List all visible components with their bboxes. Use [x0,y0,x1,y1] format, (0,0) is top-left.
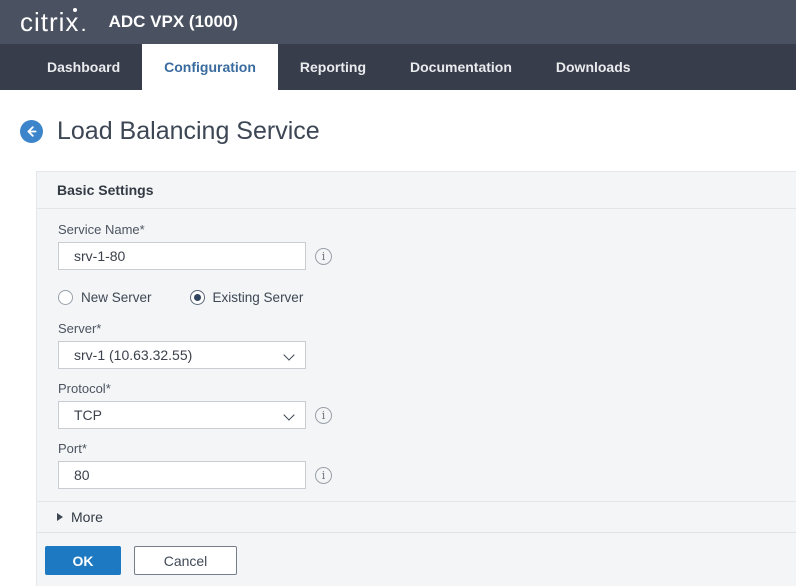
arrow-left-icon [20,120,43,143]
back-button[interactable] [20,120,43,143]
logo-text: citrix [20,9,79,35]
info-icon[interactable] [315,407,332,424]
expand-triangle-icon [57,513,63,521]
server-label: Server* [58,321,776,336]
service-name-label: Service Name* [58,222,776,237]
tab-dashboard[interactable]: Dashboard [25,44,142,90]
tab-configuration[interactable]: Configuration [142,44,278,90]
logo-period: . [81,19,86,34]
radio-existing-server-label: Existing Server [213,290,304,305]
citrix-logo: citrix . [20,9,87,35]
info-icon[interactable] [315,467,332,484]
radio-new-server[interactable]: New Server [58,290,152,305]
tab-reporting[interactable]: Reporting [278,44,388,90]
page-title: Load Balancing Service [57,117,320,146]
chevron-down-icon [283,349,294,360]
radio-circle-icon [58,290,73,305]
basic-settings-panel: Basic Settings Service Name* New Server … [36,171,796,532]
protocol-field: Protocol* TCP [58,381,776,429]
protocol-select-value: TCP [74,407,102,423]
radio-new-server-label: New Server [81,290,152,305]
port-field: Port* [58,441,776,489]
protocol-label: Protocol* [58,381,776,396]
service-name-field: Service Name* [58,222,776,270]
main-nav: Dashboard Configuration Reporting Docume… [0,44,796,90]
more-expander[interactable]: More [37,501,796,532]
action-bar: OK Cancel [36,532,796,586]
more-label: More [71,509,103,525]
tab-documentation[interactable]: Documentation [388,44,534,90]
ok-button[interactable]: OK [45,546,121,575]
radio-existing-server[interactable]: Existing Server [190,290,304,305]
server-field: Server* srv-1 (10.63.32.55) [58,321,776,369]
server-select-value: srv-1 (10.63.32.55) [74,347,192,363]
service-name-input[interactable] [58,242,306,270]
panel-title: Basic Settings [37,172,796,209]
port-label: Port* [58,441,776,456]
page-header: Load Balancing Service [20,110,796,152]
cancel-button[interactable]: Cancel [134,546,237,575]
server-mode-group: New Server Existing Server [58,290,776,305]
port-input[interactable] [58,461,306,489]
server-select[interactable]: srv-1 (10.63.32.55) [58,341,306,369]
tab-downloads[interactable]: Downloads [534,44,653,90]
chevron-down-icon [283,409,294,420]
panel-body: Service Name* New Server Existing Server… [37,209,796,501]
product-title: ADC VPX (1000) [109,12,238,32]
protocol-select[interactable]: TCP [58,401,306,429]
logo-dot [73,8,77,12]
top-bar: citrix . ADC VPX (1000) [0,0,796,44]
info-icon[interactable] [315,248,332,265]
radio-circle-icon [190,290,205,305]
